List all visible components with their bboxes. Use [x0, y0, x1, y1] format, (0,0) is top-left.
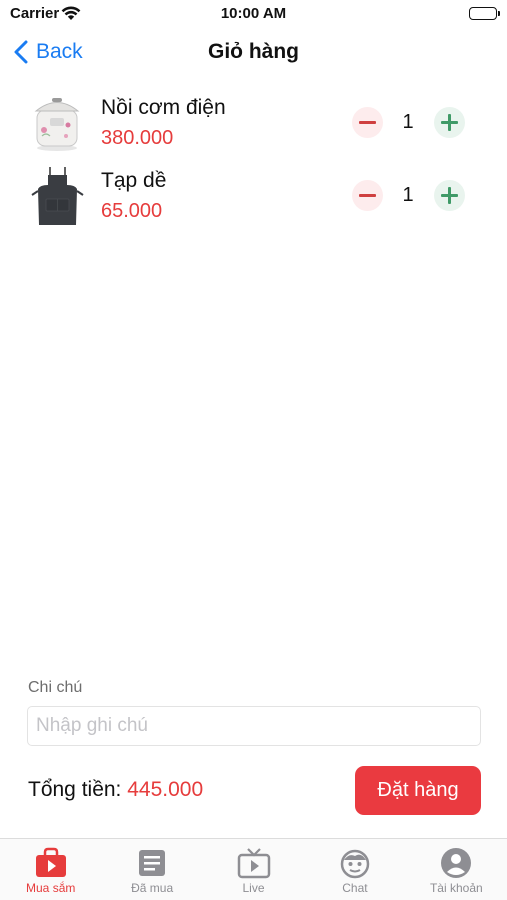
- item-name: Nồi cơm điện: [101, 96, 226, 119]
- shopping-bag-play-icon: [33, 845, 69, 881]
- item-price: 380.000: [101, 127, 174, 149]
- note-label: Chi chú: [28, 679, 83, 696]
- total-row: Tổng tiền: 445.000: [28, 778, 203, 802]
- tab-label: Chat: [342, 881, 368, 895]
- place-order-button[interactable]: Đặt hàng: [355, 766, 481, 815]
- tab-label: Tài khoản: [429, 881, 483, 895]
- tab-shopping[interactable]: Mua sắm: [0, 839, 101, 900]
- status-time: 10:00 AM: [220, 5, 287, 22]
- decrease-quantity-button[interactable]: [352, 180, 383, 211]
- total-amount: 445.000: [127, 778, 204, 801]
- tab-label: Live: [242, 881, 265, 895]
- apron-image: [30, 165, 85, 227]
- account-person-icon: [438, 845, 474, 881]
- tab-purchased[interactable]: Đã mua: [101, 839, 202, 900]
- quantity-value: 1: [402, 184, 414, 206]
- cart-list: Nồi cơm điện 380.000 1 Tạp dề 65.000 1: [0, 92, 507, 238]
- battery-icon: [469, 7, 500, 20]
- rice-cooker-image: [30, 92, 85, 154]
- item-name: Tạp dề: [101, 169, 167, 192]
- status-bar: Carrier 10:00 AM: [0, 0, 507, 28]
- item-price: 65.000: [101, 200, 163, 222]
- note-input[interactable]: [27, 706, 481, 746]
- tab-label: Mua sắm: [26, 881, 76, 895]
- tab-label: Đã mua: [131, 881, 174, 895]
- minus-icon: [359, 194, 376, 197]
- tab-chat[interactable]: Chat: [304, 839, 405, 900]
- purchased-list-icon: [134, 845, 170, 881]
- cart-item: Nồi cơm điện 380.000 1: [0, 92, 507, 165]
- chat-face-icon: [337, 845, 373, 881]
- total-label: Tổng tiền:: [28, 778, 122, 801]
- decrease-quantity-button[interactable]: [352, 107, 383, 138]
- navigation-bar: Back Giỏ hàng: [0, 30, 507, 74]
- tab-live[interactable]: Live: [203, 839, 304, 900]
- tab-bar: Mua sắm Đã mua Live Chat Tài khoản: [0, 838, 507, 900]
- page-title: Giỏ hàng: [208, 40, 299, 63]
- increase-quantity-button[interactable]: [434, 180, 465, 211]
- tab-account[interactable]: Tài khoản: [406, 839, 507, 900]
- minus-icon: [359, 121, 376, 124]
- tv-live-icon: [236, 845, 272, 881]
- quantity-value: 1: [402, 111, 414, 133]
- increase-quantity-button[interactable]: [434, 107, 465, 138]
- cart-item: Tạp dề 65.000 1: [0, 165, 507, 238]
